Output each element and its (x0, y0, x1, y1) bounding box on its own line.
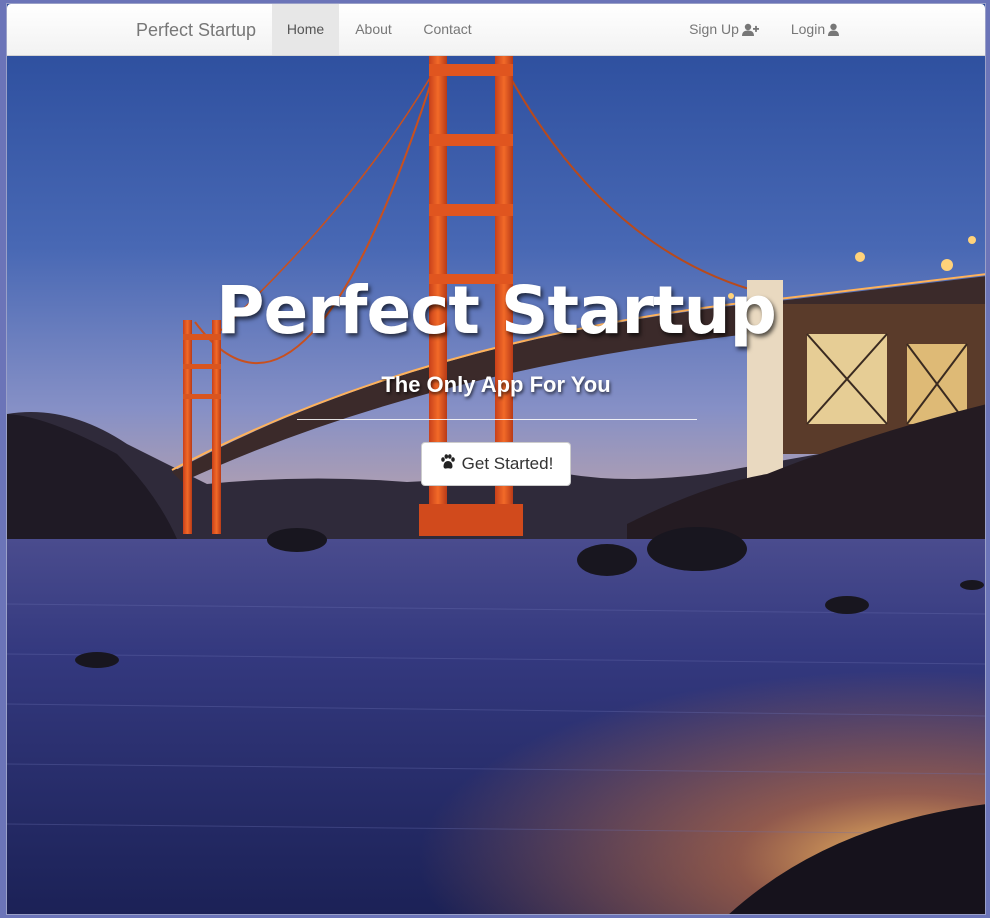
get-started-button[interactable]: Get Started! (421, 442, 571, 486)
get-started-label: Get Started! (461, 454, 554, 473)
hero-subtitle: The Only App For You (381, 372, 611, 397)
user-plus-icon (741, 6, 759, 57)
browser-viewport: Perfect Startup Home About Contact Sign … (6, 3, 986, 915)
hero-title: Perfect Startup (216, 272, 777, 349)
paw-icon (439, 453, 457, 475)
login-label: Login (790, 21, 826, 37)
hero-divider (297, 419, 697, 420)
nav-contact[interactable]: Contact (408, 4, 487, 55)
user-icon (828, 6, 840, 57)
nav-login[interactable]: Login (779, 4, 851, 55)
nav-home[interactable]: Home (272, 4, 339, 55)
nav-about[interactable]: About (339, 4, 408, 55)
navbar-brand[interactable]: Perfect Startup (136, 4, 256, 56)
sign-up-label: Sign Up (689, 21, 739, 37)
nav-sign-up[interactable]: Sign Up (684, 4, 764, 55)
top-navbar: Perfect Startup Home About Contact Sign … (7, 4, 985, 56)
